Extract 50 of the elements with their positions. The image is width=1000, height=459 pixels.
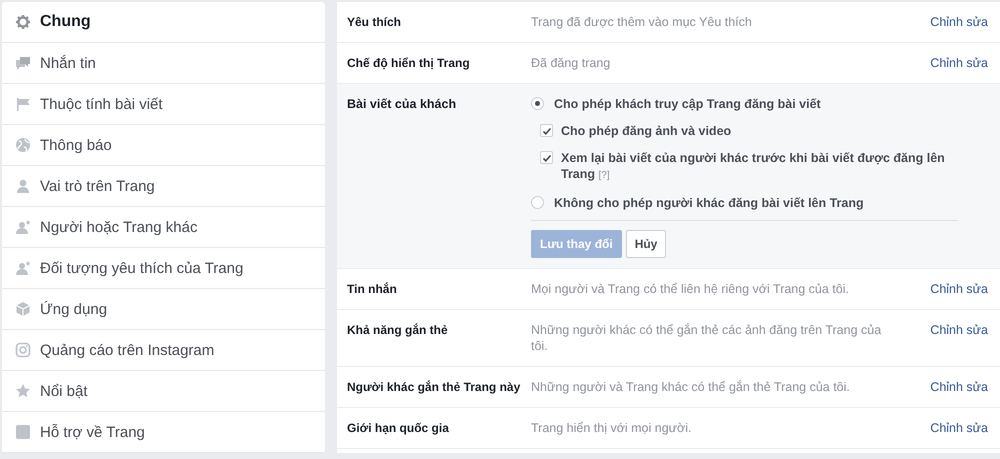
edit-link[interactable]: Chỉnh sửa xyxy=(930,379,988,395)
setting-value: Trang hiển thị với mọi người. xyxy=(531,420,692,436)
setting-value: Những người khác có thể gắn thẻ các ảnh đăng trên Trang của tôi. xyxy=(531,322,882,354)
edit-link[interactable]: Chỉnh sửa xyxy=(930,420,988,436)
sidebar-item[interactable]: Vai trò trên Trang xyxy=(2,166,325,207)
setting-label: Tin nhắn xyxy=(347,281,398,297)
cancel-button[interactable]: Hủy xyxy=(626,230,666,258)
option-label: Cho phép đăng ảnh và video xyxy=(561,123,732,139)
radio-button[interactable] xyxy=(531,97,544,110)
setting-label: Chế độ hiển thị Trang xyxy=(347,55,471,71)
person-icon xyxy=(15,178,31,194)
person-star-icon xyxy=(15,219,31,235)
square-icon xyxy=(15,424,31,440)
person-star-icon xyxy=(15,260,31,276)
sidebar-item[interactable]: Đối tượng yêu thích của Trang xyxy=(2,248,325,289)
sidebar-item[interactable]: Chung xyxy=(2,2,325,43)
sidebar-item[interactable]: Quảng cáo trên Instagram xyxy=(2,330,325,371)
setting-label: Khả năng gắn thẻ xyxy=(347,322,449,338)
option-label: Không cho phép người khác đăng bài viết lên Trang xyxy=(554,195,864,211)
edit-link[interactable]: Chỉnh sửa xyxy=(930,281,988,297)
sidebar-item[interactable]: Thông báo xyxy=(2,125,325,166)
camera-icon xyxy=(15,342,31,358)
radio-button[interactable] xyxy=(531,196,544,209)
cube-icon xyxy=(15,301,31,317)
setting-label: Giới hạn quốc gia xyxy=(347,420,450,436)
sidebar-item[interactable]: Hỗ trợ về Trang xyxy=(2,412,325,453)
setting-value: Những người và Trang khác có thể gắn thẻ Trang của tôi. xyxy=(531,379,851,395)
gear-icon xyxy=(15,14,31,30)
setting-label: Bài viết của khách xyxy=(347,96,458,112)
flag-icon xyxy=(15,96,31,112)
checkbox[interactable] xyxy=(540,124,553,137)
sidebar-item[interactable]: Nổi bật xyxy=(2,371,325,412)
option-label: Cho phép khách truy cập Trang đăng bài viết xyxy=(554,96,821,112)
sidebar-item[interactable]: Người hoặc Trang khác xyxy=(2,207,325,248)
setting-label: Yêu thích xyxy=(347,14,402,30)
setting-label: Người khác gắn thẻ Trang này xyxy=(347,379,522,395)
setting-value: Đã đăng trang xyxy=(531,55,612,71)
checkbox[interactable] xyxy=(540,151,553,164)
option-label: Xem lại bài viết của người khác trước khi bài viết được đăng lên Trang [?] xyxy=(561,150,946,183)
globe-icon xyxy=(15,137,31,153)
star-icon xyxy=(15,383,31,399)
setting-value: Mọi người và Trang có thể liên hệ riêng với Trang của tôi. xyxy=(531,281,850,297)
edit-link[interactable]: Chỉnh sửa xyxy=(930,14,988,30)
sidebar-item[interactable]: Nhắn tin xyxy=(2,43,325,84)
setting-value: Trang đã được thêm vào mục Yêu thích xyxy=(531,14,753,30)
edit-link[interactable]: Chỉnh sửa xyxy=(930,322,988,338)
sidebar-item[interactable]: Ứng dụng xyxy=(2,289,325,330)
sidebar-item[interactable]: Thuộc tính bài viết xyxy=(2,84,325,125)
chat-bubbles-icon xyxy=(15,55,31,71)
edit-link[interactable]: Chỉnh sửa xyxy=(930,55,988,71)
